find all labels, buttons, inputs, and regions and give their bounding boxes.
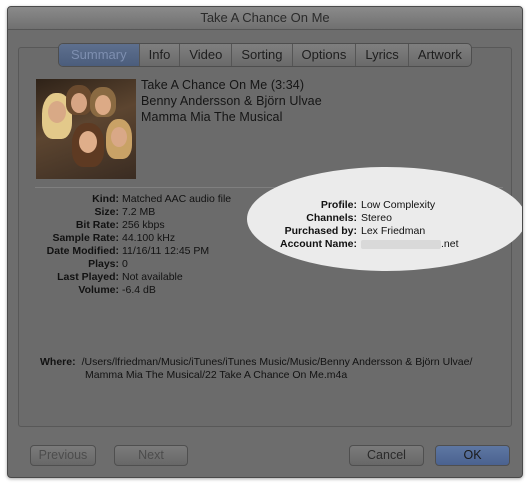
detail-label: Size: xyxy=(94,206,119,218)
previous-button[interactable]: Previous xyxy=(30,445,96,466)
detail-row-plays: Plays: 0 xyxy=(26,258,231,271)
detail-label: Profile: xyxy=(320,199,357,211)
song-artist: Benny Andersson & Björn Ulvae xyxy=(141,94,322,108)
detail-row-last-played: Last Played: Not available xyxy=(26,271,231,284)
purchase-details: Profile: Low Complexity Channels: Stereo… xyxy=(260,199,459,251)
song-info: Take A Chance On Me (3:34) Benny Anderss… xyxy=(141,77,322,125)
detail-value: Stereo xyxy=(361,212,392,224)
detail-row-account-name: Account Name: .net xyxy=(260,238,459,251)
detail-row-date-modified: Date Modified: 11/16/11 12:45 PM xyxy=(26,245,231,258)
file-location: Where: /Users/lfriedman/Music/iTunes/iTun… xyxy=(40,356,515,381)
detail-value: 11/16/11 12:45 PM xyxy=(122,245,210,257)
tab-summary[interactable]: Summary xyxy=(59,44,139,66)
detail-row-kind: Kind: Matched AAC audio file xyxy=(26,193,231,206)
tab-artwork[interactable]: Artwork xyxy=(407,44,471,66)
window-title: Take A Chance On Me xyxy=(8,7,522,30)
cancel-button[interactable]: Cancel xyxy=(349,445,424,466)
detail-value: Lex Friedman xyxy=(361,225,426,237)
detail-value: 44.100 kHz xyxy=(122,232,176,244)
detail-value: .net xyxy=(441,238,459,250)
detail-row-volume: Volume: -6.4 dB xyxy=(26,284,231,297)
song-album: Mamma Mia The Musical xyxy=(141,110,283,124)
file-location-line1: Where: /Users/lfriedman/Music/iTunes/iTun… xyxy=(40,356,515,369)
album-artwork xyxy=(36,79,136,179)
detail-row-profile: Profile: Low Complexity xyxy=(260,199,459,212)
detail-row-channels: Channels: Stereo xyxy=(260,212,459,225)
detail-row-bit-rate: Bit Rate: 256 kbps xyxy=(26,219,231,232)
track-info-window: Take A Chance On Me Summary Info Video S… xyxy=(7,6,523,478)
detail-label: Bit Rate: xyxy=(75,219,119,231)
tab-options[interactable]: Options xyxy=(291,44,356,66)
detail-value: 7.2 MB xyxy=(122,206,156,218)
file-path-part1: /Users/lfriedman/Music/iTunes/iTunes Mus… xyxy=(81,356,473,368)
file-details: Kind: Matched AAC audio file Size: 7.2 M… xyxy=(26,193,232,297)
tab-bar: Summary Info Video Sorting Options Lyric… xyxy=(58,43,472,67)
detail-label: Kind: xyxy=(92,193,119,205)
redacted-account xyxy=(361,240,441,249)
detail-row-sample-rate: Sample Rate: 44.100 kHz xyxy=(26,232,231,245)
detail-label: Date Modified: xyxy=(46,245,119,257)
detail-value: -6.4 dB xyxy=(122,284,156,296)
file-location-label: Where: xyxy=(40,356,76,368)
detail-label: Purchased by: xyxy=(284,225,357,237)
tab-sorting[interactable]: Sorting xyxy=(231,44,291,66)
detail-label: Plays: xyxy=(88,258,119,270)
tab-info[interactable]: Info xyxy=(138,44,180,66)
ok-button[interactable]: OK xyxy=(435,445,510,466)
detail-value: Low Complexity xyxy=(361,199,436,211)
detail-label: Sample Rate: xyxy=(52,232,119,244)
next-button[interactable]: Next xyxy=(114,445,188,466)
detail-value: 0 xyxy=(122,258,128,270)
detail-label: Account Name: xyxy=(279,238,357,250)
detail-row-purchased-by: Purchased by: Lex Friedman xyxy=(260,225,459,238)
detail-value: Matched AAC audio file xyxy=(122,193,232,205)
detail-value: 256 kbps xyxy=(122,219,165,231)
detail-label: Volume: xyxy=(78,284,119,296)
tab-lyrics[interactable]: Lyrics xyxy=(355,44,407,66)
tab-video[interactable]: Video xyxy=(179,44,231,66)
detail-value: Not available xyxy=(122,271,183,283)
detail-row-size: Size: 7.2 MB xyxy=(26,206,231,219)
detail-label: Last Played: xyxy=(57,271,119,283)
detail-label: Channels: xyxy=(306,212,357,224)
file-path-part2: Mamma Mia The Musical/22 Take A Chance O… xyxy=(85,368,348,381)
song-title: Take A Chance On Me (3:34) xyxy=(141,78,305,92)
